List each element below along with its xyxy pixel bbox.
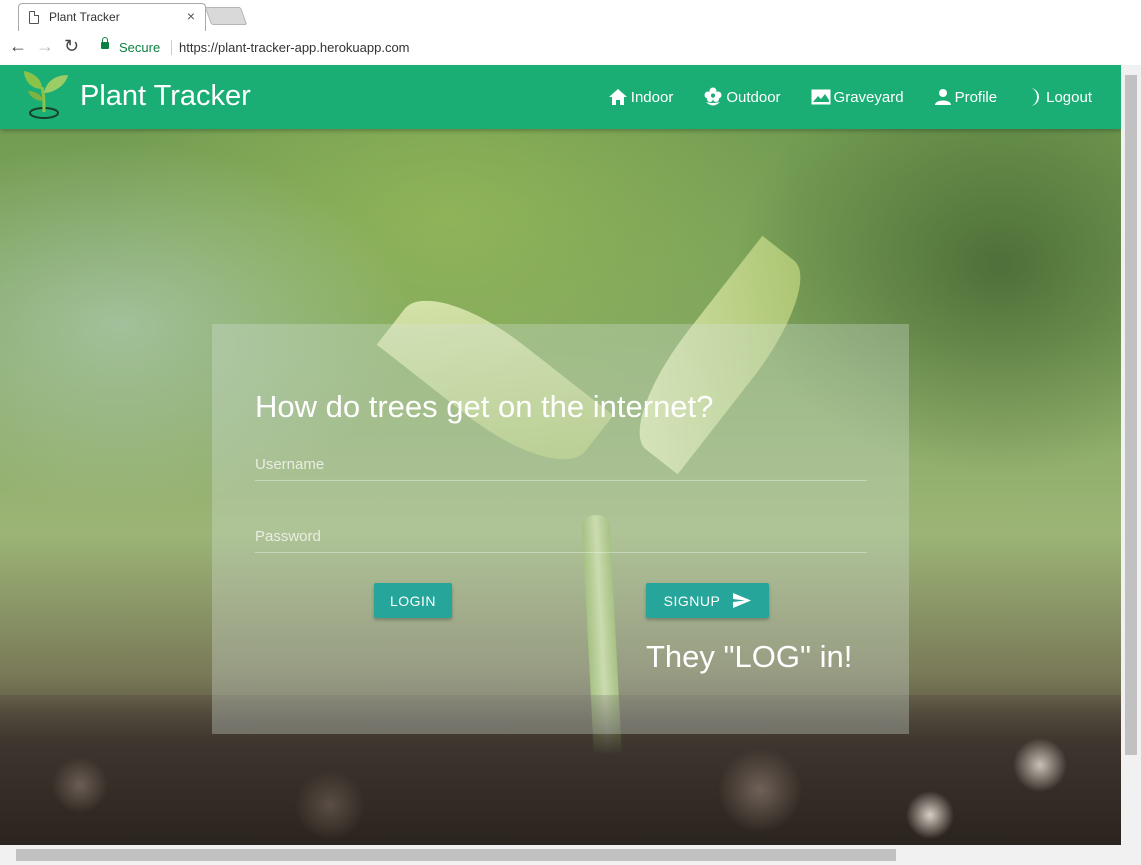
address-separator bbox=[171, 40, 172, 55]
home-icon bbox=[608, 89, 627, 105]
person-icon bbox=[934, 89, 951, 105]
signup-button[interactable]: SIGNUP bbox=[646, 583, 769, 618]
landscape-icon bbox=[811, 89, 831, 105]
card-heading: How do trees get on the internet? bbox=[255, 389, 714, 424]
password-field bbox=[255, 522, 867, 553]
nav-item-profile[interactable]: Profile bbox=[919, 65, 1013, 129]
nav-label-outdoor: Outdoor bbox=[726, 88, 781, 106]
back-button[interactable]: ← bbox=[9, 36, 27, 57]
login-card: How do trees get on the internet? LOGIN … bbox=[212, 324, 909, 734]
new-tab-button[interactable] bbox=[204, 7, 248, 25]
signup-button-label: SIGNUP bbox=[663, 592, 721, 609]
login-button[interactable]: LOGIN bbox=[374, 583, 452, 618]
nav-menu: Indoor Outdoor Graveyard Profile Logout bbox=[593, 65, 1107, 129]
vertical-scroll-thumb[interactable] bbox=[1125, 75, 1137, 755]
username-field bbox=[255, 450, 867, 481]
secure-label: Secure bbox=[119, 40, 161, 55]
nav-label-logout: Logout bbox=[1046, 88, 1092, 106]
brand-title[interactable]: Plant Tracker bbox=[80, 80, 251, 113]
browser-tab[interactable]: Plant Tracker × bbox=[18, 3, 206, 31]
reload-button[interactable]: ↻ bbox=[64, 36, 79, 57]
nav-item-indoor[interactable]: Indoor bbox=[593, 65, 689, 129]
nav-item-logout[interactable]: Logout bbox=[1012, 65, 1107, 129]
nav-label-profile: Profile bbox=[954, 88, 998, 106]
moon-icon bbox=[1030, 88, 1040, 106]
login-button-label: LOGIN bbox=[389, 592, 437, 609]
tab-close-icon[interactable]: × bbox=[187, 8, 195, 24]
address-bar[interactable]: Secure https://plant-tracker-app.herokua… bbox=[92, 36, 1132, 60]
send-icon bbox=[733, 593, 752, 608]
forward-button[interactable]: → bbox=[36, 36, 54, 57]
horizontal-scrollbar[interactable] bbox=[0, 845, 1141, 865]
nav-item-graveyard[interactable]: Graveyard bbox=[796, 65, 919, 129]
password-input[interactable] bbox=[255, 522, 867, 550]
flower-icon bbox=[704, 87, 722, 106]
username-input[interactable] bbox=[255, 450, 867, 478]
nav-label-graveyard: Graveyard bbox=[833, 88, 904, 106]
browser-tabstrip: Plant Tracker × bbox=[0, 0, 1141, 33]
punchline-text: They "LOG" in! bbox=[646, 639, 853, 674]
nav-label-indoor: Indoor bbox=[630, 88, 674, 106]
horizontal-scroll-thumb[interactable] bbox=[16, 849, 896, 861]
app-navbar: Plant Tracker Indoor Outdoor Graveyard P… bbox=[0, 65, 1121, 129]
vertical-scrollbar[interactable] bbox=[1121, 65, 1141, 845]
nav-item-outdoor[interactable]: Outdoor bbox=[688, 65, 795, 129]
document-icon bbox=[29, 11, 39, 24]
lock-icon bbox=[101, 37, 109, 49]
sprout-logo-icon[interactable] bbox=[20, 67, 72, 123]
browser-toolbar: ← → ↻ Secure https://plant-tracker-app.h… bbox=[0, 32, 1141, 65]
tab-title: Plant Tracker bbox=[49, 10, 120, 24]
url-text[interactable]: https://plant-tracker-app.herokuapp.com bbox=[179, 40, 410, 55]
